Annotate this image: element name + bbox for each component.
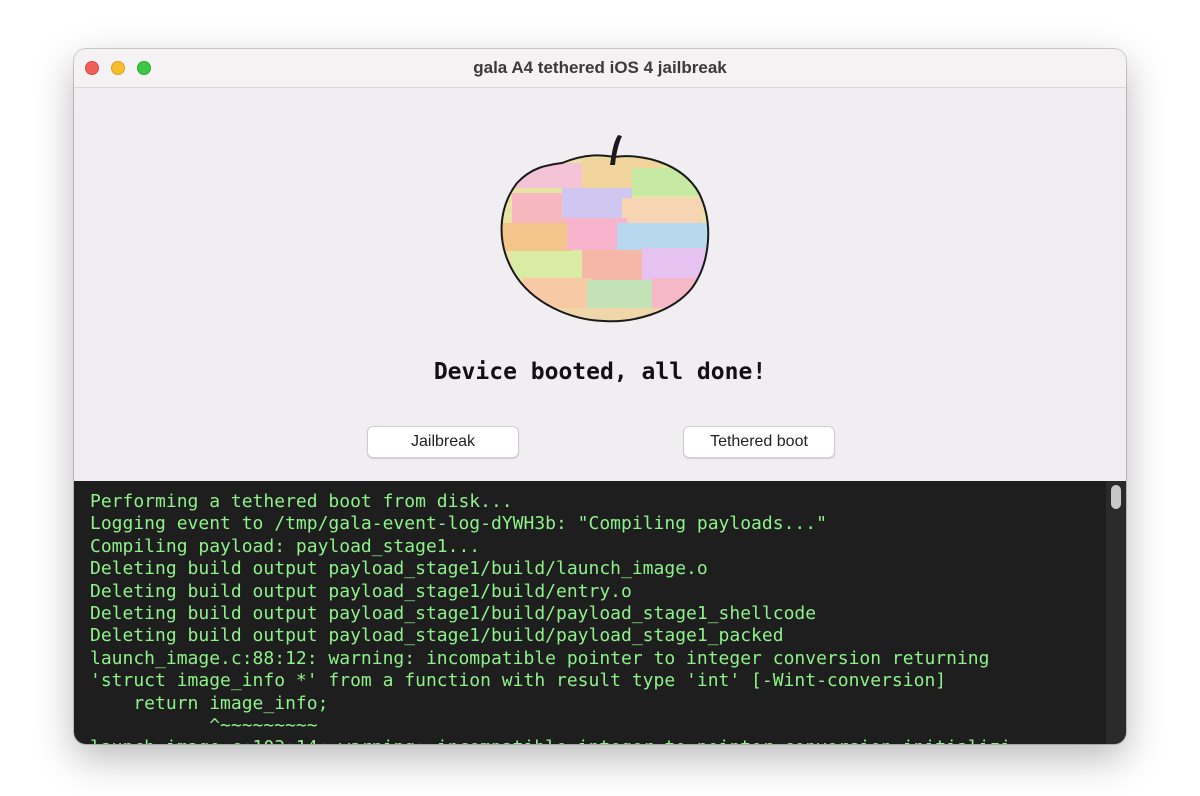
console-line: Deleting build output payload_stage1/bui… — [90, 558, 708, 580]
title-bar[interactable]: gala A4 tethered iOS 4 jailbreak — [74, 49, 1126, 88]
console-line: launch_image.c:103:14: warning: incompat… — [90, 737, 1100, 744]
console-scrollbar[interactable] — [1106, 481, 1126, 744]
tethered-boot-button[interactable]: Tethered boot — [683, 426, 835, 458]
console-line: Deleting build output payload_stage1/bui… — [90, 603, 817, 625]
console-line: launch_image.c:88:12: warning: incompati… — [90, 647, 990, 669]
console-log: Performing a tethered boot from disk... L… — [90, 491, 1100, 744]
console-line: ^~~~~~~~~~ — [90, 715, 318, 737]
console-line: Deleting build output payload_stage1/bui… — [90, 580, 632, 602]
console-line: Deleting build output payload_stage1/bui… — [90, 625, 784, 647]
status-message: Device booted, all done! — [433, 359, 767, 385]
console-line: Performing a tethered boot from disk... — [90, 491, 513, 512]
app-window: gala A4 tethered iOS 4 jailbreak Device … — [74, 49, 1126, 744]
console-line: 'struct image_info *' from a function wi… — [90, 670, 947, 692]
apple-icon — [500, 135, 710, 323]
console-scroll-thumb[interactable] — [1111, 485, 1121, 509]
console-line: return image_info; — [90, 692, 329, 714]
console-line: Logging event to /tmp/gala-event-log-dYW… — [90, 513, 827, 535]
console-output[interactable]: Performing a tethered boot from disk... L… — [74, 481, 1126, 744]
window-title: gala A4 tethered iOS 4 jailbreak — [473, 58, 727, 77]
jailbreak-button[interactable]: Jailbreak — [367, 426, 519, 458]
console-line: Compiling payload: payload_stage1... — [90, 535, 481, 557]
